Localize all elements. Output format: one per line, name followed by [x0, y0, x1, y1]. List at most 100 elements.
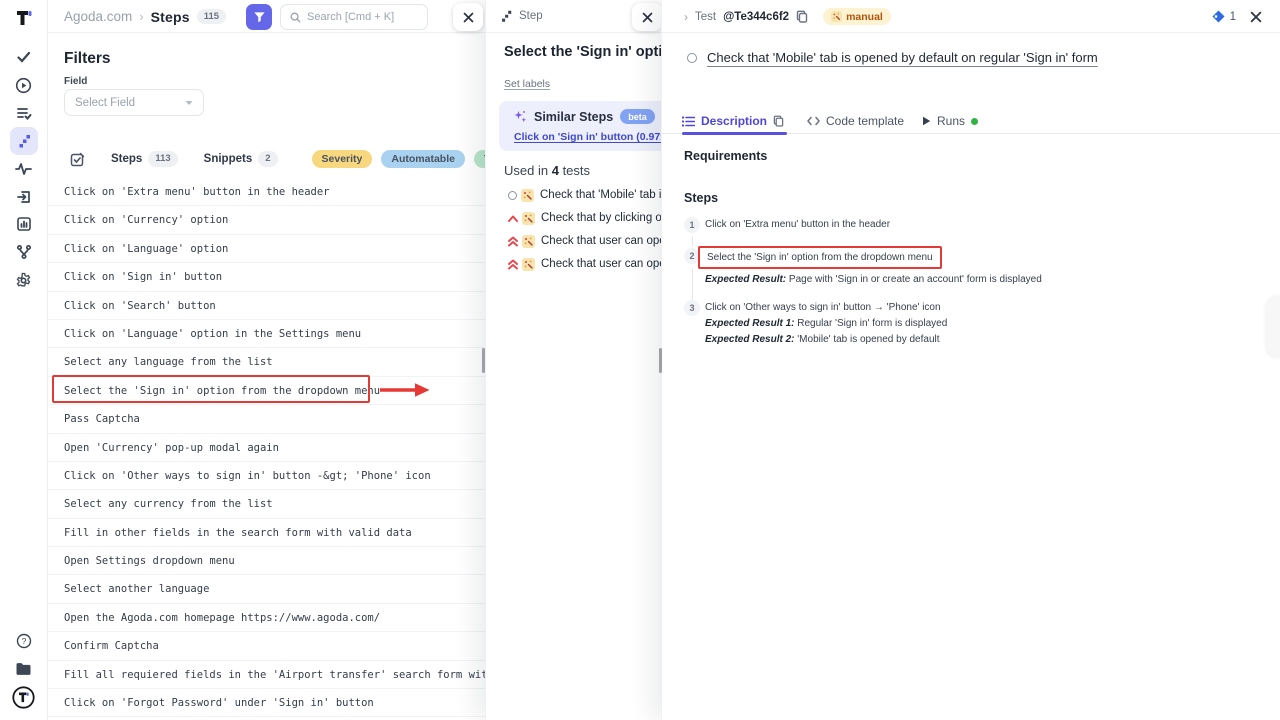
- severity-badge[interactable]: Severity: [312, 150, 373, 168]
- filter-button[interactable]: [246, 4, 272, 30]
- panel-close-button[interactable]: [453, 3, 483, 31]
- list-item[interactable]: Select any language from the list: [48, 348, 485, 376]
- list-item[interactable]: Select another language: [48, 575, 485, 603]
- test-steps: 1 Click on 'Extra menu' button in the he…: [684, 216, 1244, 359]
- test-detail-drawer: › Test @Te344c6f2 manual 1 Check that 'M…: [661, 0, 1280, 720]
- list-item[interactable]: Pass Captcha: [48, 405, 485, 433]
- step-text-highlighted: Select the 'Sign in' option from the dro…: [698, 246, 942, 269]
- test-drawer-resize-handle[interactable]: [659, 348, 662, 373]
- step-detail-drawer: Step Select the 'Sign in' option from th…: [485, 0, 661, 720]
- list-toolbar: Steps 113 Snippets 2 Severity Automatabl…: [48, 146, 485, 172]
- svg-text:?: ?: [21, 636, 26, 646]
- expected-result-text: Regular 'Sign in' form is displayed: [794, 318, 947, 329]
- type-badge[interactable]: Type: [474, 150, 485, 168]
- expected-result: Expected Result: Page with 'Sign in or c…: [705, 274, 1042, 285]
- similar-steps-card: Similar Steps beta Click on 'Sign in' bu…: [499, 101, 661, 151]
- used-test-item[interactable]: Check that by clicking on: [486, 207, 661, 229]
- close-icon[interactable]: [1250, 11, 1262, 23]
- tab-description[interactable]: Description: [682, 108, 784, 134]
- app-logo[interactable]: [10, 4, 38, 32]
- list-item[interactable]: Click on 'Search' button: [48, 292, 485, 320]
- list-item[interactable]: Fill all requiered fields in the 'Airpor…: [48, 661, 485, 689]
- tab-snippets[interactable]: Snippets 2: [204, 151, 278, 166]
- list-item[interactable]: Select any currency from the list: [48, 490, 485, 518]
- tasks-check-icon[interactable]: [10, 43, 38, 71]
- expected-result-text: Page with 'Sign in or create an account'…: [786, 274, 1042, 285]
- step-drawer-close-button[interactable]: [632, 3, 661, 31]
- suites-list-icon[interactable]: [10, 99, 38, 127]
- settings-gear-icon[interactable]: [10, 266, 38, 294]
- list-item[interactable]: Click on 'Language' option: [48, 235, 485, 263]
- automatable-badge[interactable]: Automatable: [381, 150, 465, 168]
- expected-result: Expected Result 2: 'Mobile' tab is opene…: [705, 334, 947, 345]
- diamond-icon: [1212, 10, 1225, 23]
- search-input[interactable]: [307, 11, 417, 23]
- list-item[interactable]: Click on 'Sign in' button: [48, 263, 485, 291]
- manual-emoji-icon: [831, 11, 842, 22]
- tab-steps-count: 113: [148, 151, 177, 166]
- breadcrumb-separator: ›: [139, 9, 143, 24]
- expected-result-label: Expected Result:: [705, 274, 786, 285]
- list-item[interactable]: Click on 'Extra menu' button in the head…: [48, 178, 485, 206]
- set-labels-link[interactable]: Set labels: [504, 78, 550, 90]
- runs-play-icon[interactable]: [10, 71, 38, 99]
- help-icon[interactable]: ?: [10, 627, 38, 655]
- active-tab-underline: [682, 132, 787, 135]
- breadcrumb-project[interactable]: Agoda.com: [64, 9, 132, 24]
- used-test-item[interactable]: Check that user can open: [486, 230, 661, 252]
- reports-chart-icon[interactable]: [10, 210, 38, 238]
- list-item[interactable]: Open the Agoda.com homepage https://www.…: [48, 604, 485, 632]
- requirements-heading: Requirements: [684, 149, 767, 163]
- beta-badge: beta: [620, 109, 655, 124]
- search-box[interactable]: [280, 4, 428, 30]
- tab-code-template[interactable]: Code template: [807, 108, 904, 134]
- breadcrumb-page: Steps: [151, 9, 190, 25]
- list-item[interactable]: Click on 'Language' option in the Settin…: [48, 320, 485, 348]
- sparkle-icon: [513, 110, 527, 124]
- highlight-annotation-arrow: [378, 382, 431, 398]
- steps-page: Agoda.com › Steps 115 Filters Field Sele…: [48, 0, 485, 720]
- used-in-count: 4: [552, 163, 559, 178]
- expected-result-text: 'Mobile' tab is opened by default: [794, 334, 939, 345]
- branches-icon[interactable]: [10, 238, 38, 266]
- used-test-label: Check that user can open: [541, 258, 661, 270]
- copy-icon[interactable]: [796, 10, 808, 23]
- import-icon[interactable]: [10, 183, 38, 211]
- list-item[interactable]: Click on 'Other ways to sign in' button …: [48, 462, 485, 490]
- used-test-label: Check that 'Mobile' tab is opened by def…: [540, 189, 661, 201]
- list-item[interactable]: Fill in other fields in the search form …: [48, 519, 485, 547]
- filters-title: Filters: [64, 50, 111, 68]
- runs-status-dot: [971, 118, 978, 125]
- analytics-pulse-icon[interactable]: [10, 155, 38, 183]
- list-item[interactable]: Open 'Currency' pop-up modal again: [48, 434, 485, 462]
- list-item[interactable]: Confirm Captcha: [48, 632, 485, 660]
- jira-link-counter[interactable]: 1: [1212, 10, 1236, 23]
- copy-icon[interactable]: [773, 115, 784, 127]
- steps-icon[interactable]: [10, 127, 38, 155]
- counter-value: 1: [1230, 11, 1236, 23]
- test-title-link[interactable]: Check that 'Mobile' tab is opened by def…: [707, 50, 1098, 65]
- projects-folder-icon[interactable]: [10, 655, 38, 683]
- field-select-value: Select Field: [75, 97, 135, 109]
- tab-snippets-count: 2: [258, 151, 277, 166]
- list-item[interactable]: Click on 'Forgot Password' under 'Sign i…: [48, 689, 485, 717]
- manual-emoji-icon: [522, 212, 535, 225]
- bulk-edit-icon[interactable]: [70, 152, 85, 167]
- step-number: 3: [684, 300, 700, 316]
- close-icon: [642, 12, 653, 23]
- right-edge-handle[interactable]: [1266, 296, 1280, 356]
- step-drawer-resize-handle[interactable]: [482, 348, 485, 373]
- list-item[interactable]: Click on 'Currency' option: [48, 206, 485, 234]
- test-step: 2 Select the 'Sign in' option from the d…: [684, 247, 1244, 285]
- used-test-item[interactable]: Check that 'Mobile' tab is opened by def…: [486, 184, 661, 206]
- play-icon: [922, 116, 931, 126]
- used-test-item[interactable]: Check that user can open: [486, 253, 661, 275]
- close-icon: [463, 12, 474, 23]
- tab-runs[interactable]: Runs: [922, 108, 978, 134]
- similar-steps-title: Similar Steps: [534, 110, 613, 124]
- similar-step-link[interactable]: Click on 'Sign in' button (0.971: [514, 131, 661, 143]
- list-item[interactable]: Open Settings dropdown menu: [48, 547, 485, 575]
- tab-steps[interactable]: Steps 113: [111, 151, 178, 166]
- field-select[interactable]: Select Field: [64, 89, 204, 116]
- profile-avatar[interactable]: [10, 683, 38, 711]
